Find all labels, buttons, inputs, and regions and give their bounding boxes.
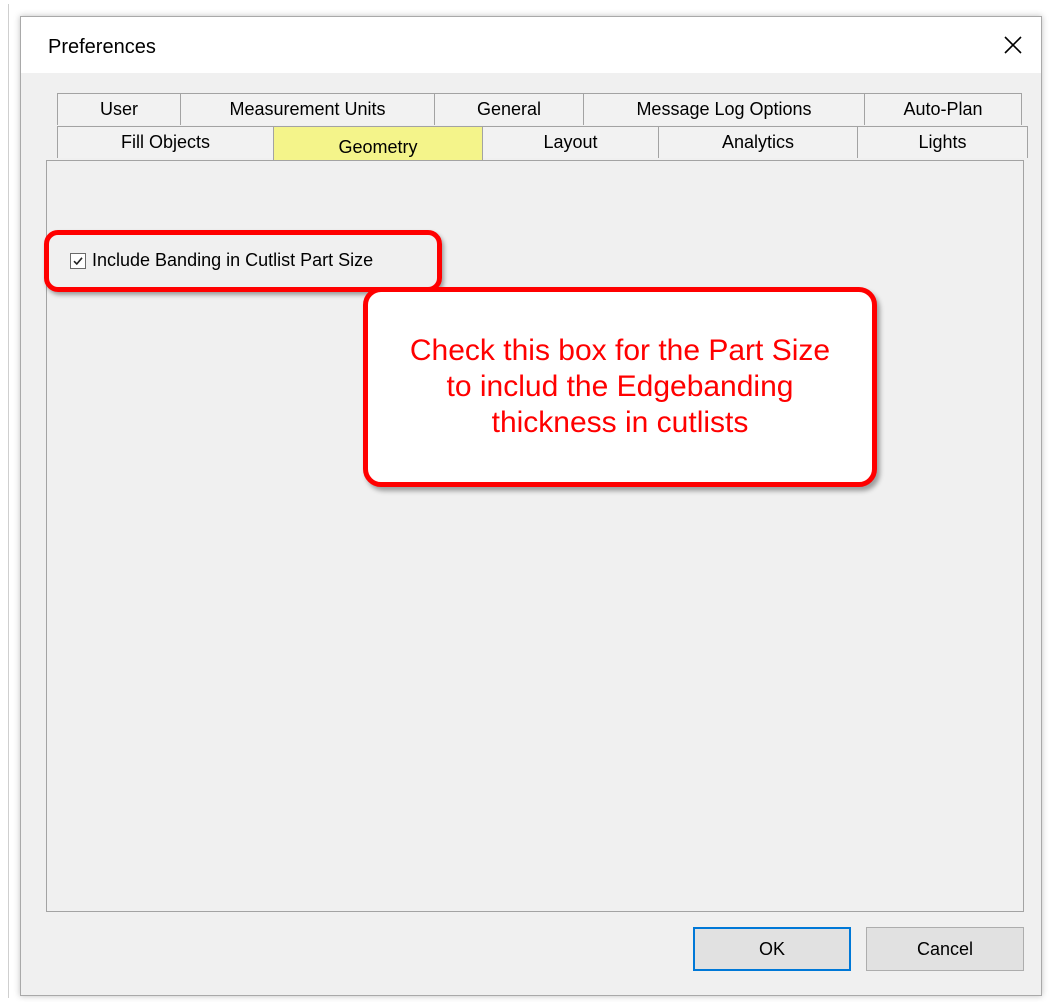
annotation-callout: Check this box for the Part Size to incl… (363, 287, 877, 487)
tab-layout[interactable]: Layout (482, 126, 659, 158)
include-banding-label: Include Banding in Cutlist Part Size (92, 250, 374, 270)
tab-message-log-options[interactable]: Message Log Options (583, 93, 865, 125)
tab-fill-objects[interactable]: Fill Objects (57, 126, 274, 158)
callout-text: Check this box for the Part Size to incl… (409, 334, 831, 439)
dialog-title: Preferences (48, 36, 156, 58)
tab-measurement-units[interactable]: Measurement Units (180, 93, 435, 125)
close-icon (1004, 36, 1022, 54)
background-window-edge (8, 4, 9, 998)
include-banding-option[interactable]: Include Banding in Cutlist Part Size (70, 250, 373, 271)
tab-auto-plan[interactable]: Auto-Plan (864, 93, 1022, 125)
ok-button[interactable]: OK (693, 927, 851, 971)
checkmark-icon (73, 256, 83, 265)
geometry-tab-panel (46, 160, 1024, 912)
tabs-row-1: User Measurement Units General Message Log … (57, 93, 1022, 125)
tab-lights[interactable]: Lights (857, 126, 1028, 158)
close-button[interactable] (985, 17, 1041, 73)
tab-general[interactable]: General (434, 93, 584, 125)
tab-geometry[interactable]: Geometry (273, 126, 483, 161)
cancel-button[interactable]: Cancel (866, 927, 1024, 971)
include-banding-checkbox[interactable] (70, 252, 86, 269)
tabs-row-2: Fill Objects Geometry Layout Analytics Light… (57, 126, 1028, 161)
tab-user[interactable]: User (57, 93, 181, 125)
title-bar: Preferences (21, 17, 1041, 73)
tab-analytics[interactable]: Analytics (658, 126, 858, 158)
